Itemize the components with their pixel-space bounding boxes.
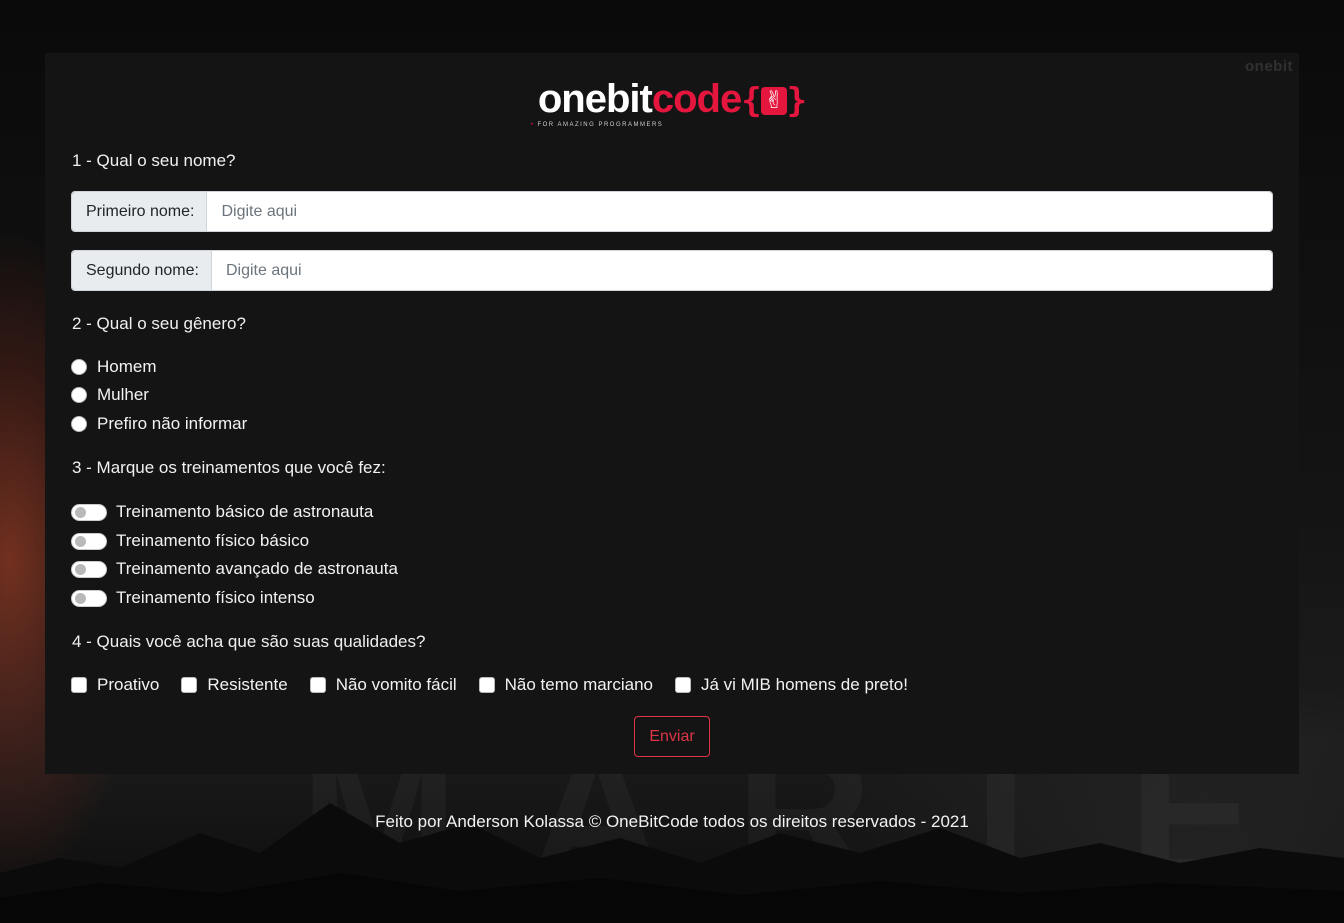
quality-option-proativo[interactable]: Proativo — [71, 675, 159, 695]
switch-label: Treinamento físico básico — [116, 531, 310, 550]
training-switch-fisico-basico[interactable]: Treinamento físico básico — [71, 531, 309, 551]
switch-label: Treinamento avançado de astronauta — [116, 559, 398, 578]
gender-option-homem[interactable]: Homem — [71, 357, 157, 377]
toggle-switch[interactable] — [71, 560, 107, 578]
question-4-title: 4 - Quais você acha que são suas qualida… — [72, 632, 426, 651]
training-switch-fisico-intenso[interactable]: Treinamento físico intenso — [71, 588, 315, 608]
form-card: onebit onebitcode{✌} • FOR AMAZING PROGR… — [45, 53, 1299, 774]
checkbox[interactable] — [71, 677, 87, 693]
checkbox[interactable] — [674, 677, 691, 693]
radio-button[interactable] — [71, 416, 87, 432]
radio-button[interactable] — [71, 359, 87, 375]
checkbox-label: Não vomito fácil — [335, 675, 457, 694]
checkbox-label: Já vi MIB homens de preto! — [700, 675, 908, 694]
gender-option-mulher[interactable]: Mulher — [71, 385, 149, 405]
qualities-checkbox-row: Proativo Resistente Não vomito fácil Não… — [71, 675, 930, 695]
training-switch-avancado-astronauta[interactable]: Treinamento avançado de astronauta — [71, 559, 398, 579]
checkbox-label: Não temo marciano — [504, 675, 653, 694]
question-1-title: 1 - Qual o seu nome? — [72, 151, 236, 170]
switch-label: Treinamento físico intenso — [116, 588, 315, 607]
footer-text: Feito por Anderson Kolassa © OneBitCode … — [375, 812, 969, 831]
checkbox-label: Resistente — [207, 675, 288, 694]
checkbox[interactable] — [309, 677, 326, 693]
onebitcode-logo: onebitcode{✌} • FOR AMAZING PROGRAMMERS — [530, 77, 807, 128]
checkbox-label: Proativo — [97, 675, 160, 694]
logo-text-code: code — [651, 77, 742, 121]
checkbox[interactable] — [181, 677, 198, 693]
quality-option-ja-vi-mib[interactable]: Já vi MIB homens de preto! — [674, 675, 908, 695]
toggle-switch[interactable] — [71, 503, 107, 521]
radio-label: Prefiro não informar — [97, 414, 248, 433]
gender-option-prefiro-nao-informar[interactable]: Prefiro não informar — [71, 414, 247, 434]
radio-label: Homem — [97, 357, 157, 376]
second-name-group: Segundo nome: — [71, 250, 1273, 291]
toggle-switch[interactable] — [71, 589, 107, 607]
quality-option-resistente[interactable]: Resistente — [181, 675, 288, 695]
first-name-label: Primeiro nome: — [72, 192, 208, 231]
radio-label: Mulher — [97, 385, 149, 404]
question-2-title: 2 - Qual o seu gênero? — [72, 314, 246, 333]
first-name-group: Primeiro nome: — [71, 191, 1273, 232]
second-name-label: Segundo nome: — [72, 251, 212, 290]
training-switch-basico-astronauta[interactable]: Treinamento básico de astronauta — [71, 502, 373, 522]
background-mountains — [0, 803, 1344, 923]
rock-hand-icon: ✌ — [760, 87, 787, 115]
radio-button[interactable] — [71, 387, 87, 403]
corner-logo: onebit — [1245, 58, 1293, 75]
submit-button[interactable]: Enviar — [634, 716, 710, 757]
quality-option-nao-temo-marciano[interactable]: Não temo marciano — [478, 675, 653, 695]
toggle-switch[interactable] — [71, 532, 107, 550]
logo-text-onebit: onebit — [537, 77, 653, 121]
logo-tagline: FOR AMAZING PROGRAMMERS — [537, 122, 664, 128]
switch-label: Treinamento básico de astronauta — [116, 502, 374, 521]
checkbox[interactable] — [478, 677, 495, 693]
quality-option-nao-vomito-facil[interactable]: Não vomito fácil — [309, 675, 457, 695]
first-name-input[interactable] — [207, 192, 1272, 231]
second-name-input[interactable] — [211, 251, 1272, 290]
question-3-title: 3 - Marque os treinamentos que você fez: — [72, 458, 386, 477]
